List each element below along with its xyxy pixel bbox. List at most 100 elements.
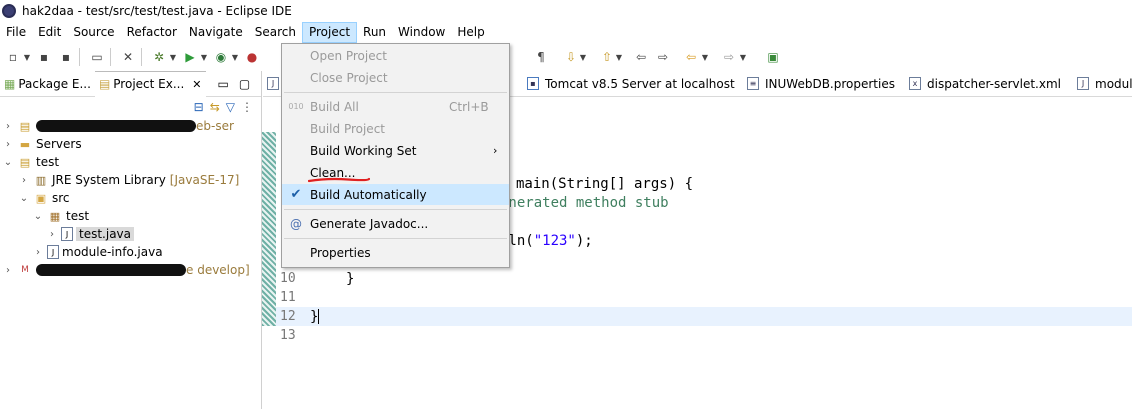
tree-item-test-project[interactable]: ⌄ ▤ test xyxy=(0,153,261,171)
tree-item-label: test xyxy=(66,209,90,223)
java-file-icon: J xyxy=(1077,77,1089,90)
external-tools-icon[interactable]: ● xyxy=(243,48,261,66)
forward-icon[interactable]: ⇨ xyxy=(720,48,738,66)
chevron-right-icon[interactable]: › xyxy=(2,265,14,276)
chevron-right-icon[interactable]: › xyxy=(46,229,58,240)
next-annotation-icon[interactable]: ⇩ xyxy=(562,48,580,66)
tab-module[interactable]: J module xyxy=(1063,71,1132,97)
chevron-right-icon[interactable]: › xyxy=(2,139,14,150)
chevron-down-icon[interactable]: ▼ xyxy=(169,48,177,66)
last-edit-forward-icon[interactable]: ⇨ xyxy=(654,48,672,66)
tree-item-test-java[interactable]: › J test.java xyxy=(0,225,261,243)
tab-inuwebdb-properties[interactable]: ≡ INUWebDB.properties xyxy=(733,71,909,97)
link-editor-icon[interactable]: ⇆ xyxy=(210,100,220,114)
run-icon[interactable]: ▶ xyxy=(181,48,199,66)
collapse-all-icon[interactable]: ⊟ xyxy=(194,100,204,114)
tab-project-explorer[interactable]: ▤ Project Ex... ✕ xyxy=(94,70,206,97)
tree-item-redacted-project-2[interactable]: › M e develop] xyxy=(0,261,261,279)
menu-edit[interactable]: Edit xyxy=(32,22,67,43)
menu-item-open-project[interactable]: Open Project xyxy=(282,45,509,66)
maximize-icon[interactable]: ▢ xyxy=(239,77,250,91)
tree-item-suffix: eb-ser xyxy=(196,119,234,133)
chevron-down-icon[interactable]: ▼ xyxy=(739,48,747,66)
save-all-icon[interactable]: ▪ xyxy=(57,48,75,66)
view-menu-icon[interactable]: ⋮ xyxy=(241,100,253,114)
new-icon[interactable]: ▫ xyxy=(4,48,22,66)
menu-project[interactable]: Project xyxy=(301,22,358,43)
chevron-down-icon[interactable]: ▼ xyxy=(200,48,208,66)
menu-run[interactable]: Run xyxy=(357,22,392,43)
code-line: 13 xyxy=(276,326,1132,345)
menu-search[interactable]: Search xyxy=(249,22,302,43)
toolbar-separator xyxy=(110,48,111,66)
tab-package-explorer-label: Package E... xyxy=(18,76,91,91)
menu-item-label: Open Project xyxy=(310,48,387,63)
red-underline-annotation xyxy=(308,177,370,183)
chevron-down-icon[interactable]: ⌄ xyxy=(32,211,44,222)
chevron-down-icon[interactable]: ⌄ xyxy=(18,193,30,204)
debug-icon[interactable]: ✲ xyxy=(150,48,168,66)
pilcrow-icon[interactable]: ¶ xyxy=(532,48,550,66)
code-line-current: 12 } xyxy=(276,307,1132,326)
menu-item-generate-javadoc[interactable]: @ Generate Javadoc... xyxy=(282,213,509,234)
tab-package-explorer[interactable]: ▦ Package E... xyxy=(0,71,95,97)
line-number: 10 xyxy=(280,271,296,286)
close-icon[interactable]: ✕ xyxy=(192,78,201,91)
code-line: 11 xyxy=(276,288,1132,307)
chevron-down-icon[interactable]: ▼ xyxy=(701,48,709,66)
menu-item-properties[interactable]: Properties xyxy=(282,242,509,263)
tab-dispatcher-servlet[interactable]: x dispatcher-servlet.xml xyxy=(895,71,1075,97)
tree-item-suffix: e develop] xyxy=(186,263,250,277)
chevron-down-icon[interactable]: ▼ xyxy=(231,48,239,66)
chevron-right-icon[interactable]: › xyxy=(32,247,44,258)
chevron-right-icon: › xyxy=(493,144,498,157)
menu-item-close-project[interactable]: Close Project xyxy=(282,67,509,88)
menu-refactor[interactable]: Refactor xyxy=(121,22,183,43)
menu-item-build-all[interactable]: 010 Build All Ctrl+B xyxy=(282,96,509,117)
menu-item-build-automatically[interactable]: ✔ Build Automatically xyxy=(282,184,509,205)
chevron-right-icon[interactable]: › xyxy=(18,175,30,186)
tree-item-package-test[interactable]: ⌄ ▦ test xyxy=(0,207,261,225)
toolbar: ▫ ▼ ▪ ▪ ▭ ✕ ✲ ▼ ▶ ▼ ◉ ▼ ● ¶ ⇩ ▼ ⇧ ▼ ⇦ ⇨ ⇦ ▼ … xyxy=(0,43,1132,71)
tab-tomcat-server[interactable]: ▪ Tomcat v8.5 Server at localhost xyxy=(513,71,749,97)
menu-separator xyxy=(284,209,507,210)
line-number: 11 xyxy=(280,290,296,305)
menu-item-label: Build All xyxy=(310,99,359,114)
last-edit-icon[interactable]: ⇦ xyxy=(632,48,650,66)
menu-source[interactable]: Source xyxy=(67,22,120,43)
properties-file-icon: ≡ xyxy=(747,77,759,90)
skip-breakpoints-icon[interactable]: ✕ xyxy=(119,48,137,66)
tree-item-module-info[interactable]: › J module-info.java xyxy=(0,243,261,261)
chevron-down-icon[interactable]: ▼ xyxy=(579,48,587,66)
back-icon[interactable]: ⇦ xyxy=(682,48,700,66)
chevron-down-icon[interactable]: ▼ xyxy=(615,48,623,66)
menu-item-build-project[interactable]: Build Project xyxy=(282,118,509,139)
coverage-icon[interactable]: ◉ xyxy=(212,48,230,66)
filter-icon[interactable]: ▽ xyxy=(226,100,235,114)
tree-item-redacted-project[interactable]: › ▤ eb-ser xyxy=(0,117,261,135)
redacted-text xyxy=(36,264,186,276)
tree-item-src[interactable]: ⌄ ▣ src xyxy=(0,189,261,207)
chevron-down-icon[interactable]: ⌄ xyxy=(2,157,14,168)
menu-file[interactable]: File xyxy=(0,22,32,43)
quick-diff-gutter xyxy=(262,132,276,326)
menu-item-label: Close Project xyxy=(310,70,388,85)
project-icon: ▤ xyxy=(19,155,31,169)
menu-window[interactable]: Window xyxy=(392,22,451,43)
terminal-icon[interactable]: ▭ xyxy=(88,48,106,66)
tree-item-jre[interactable]: › ▥ JRE System Library [JavaSE-17] xyxy=(0,171,261,189)
menu-navigate[interactable]: Navigate xyxy=(183,22,249,43)
menu-item-build-working-set[interactable]: Build Working Set › xyxy=(282,140,509,161)
project-explorer-panel: ▦ Package E... ▤ Project Ex... ✕ ▭ ▢ ⊟ ⇆… xyxy=(0,70,262,409)
minimize-icon[interactable]: ▭ xyxy=(218,77,229,91)
chevron-down-icon[interactable]: ▼ xyxy=(23,48,31,66)
tree-item-servers[interactable]: › ▬ Servers xyxy=(0,135,261,153)
menu-help[interactable]: Help xyxy=(451,22,490,43)
menu-item-label: Build Project xyxy=(310,121,385,136)
save-icon[interactable]: ▪ xyxy=(35,48,53,66)
pin-editor-icon[interactable]: ▣ xyxy=(764,48,782,66)
chevron-right-icon[interactable]: › xyxy=(2,121,14,132)
prev-annotation-icon[interactable]: ⇧ xyxy=(598,48,616,66)
package-icon: ▦ xyxy=(49,209,61,223)
tab-label: dispatcher-servlet.xml xyxy=(927,76,1061,91)
